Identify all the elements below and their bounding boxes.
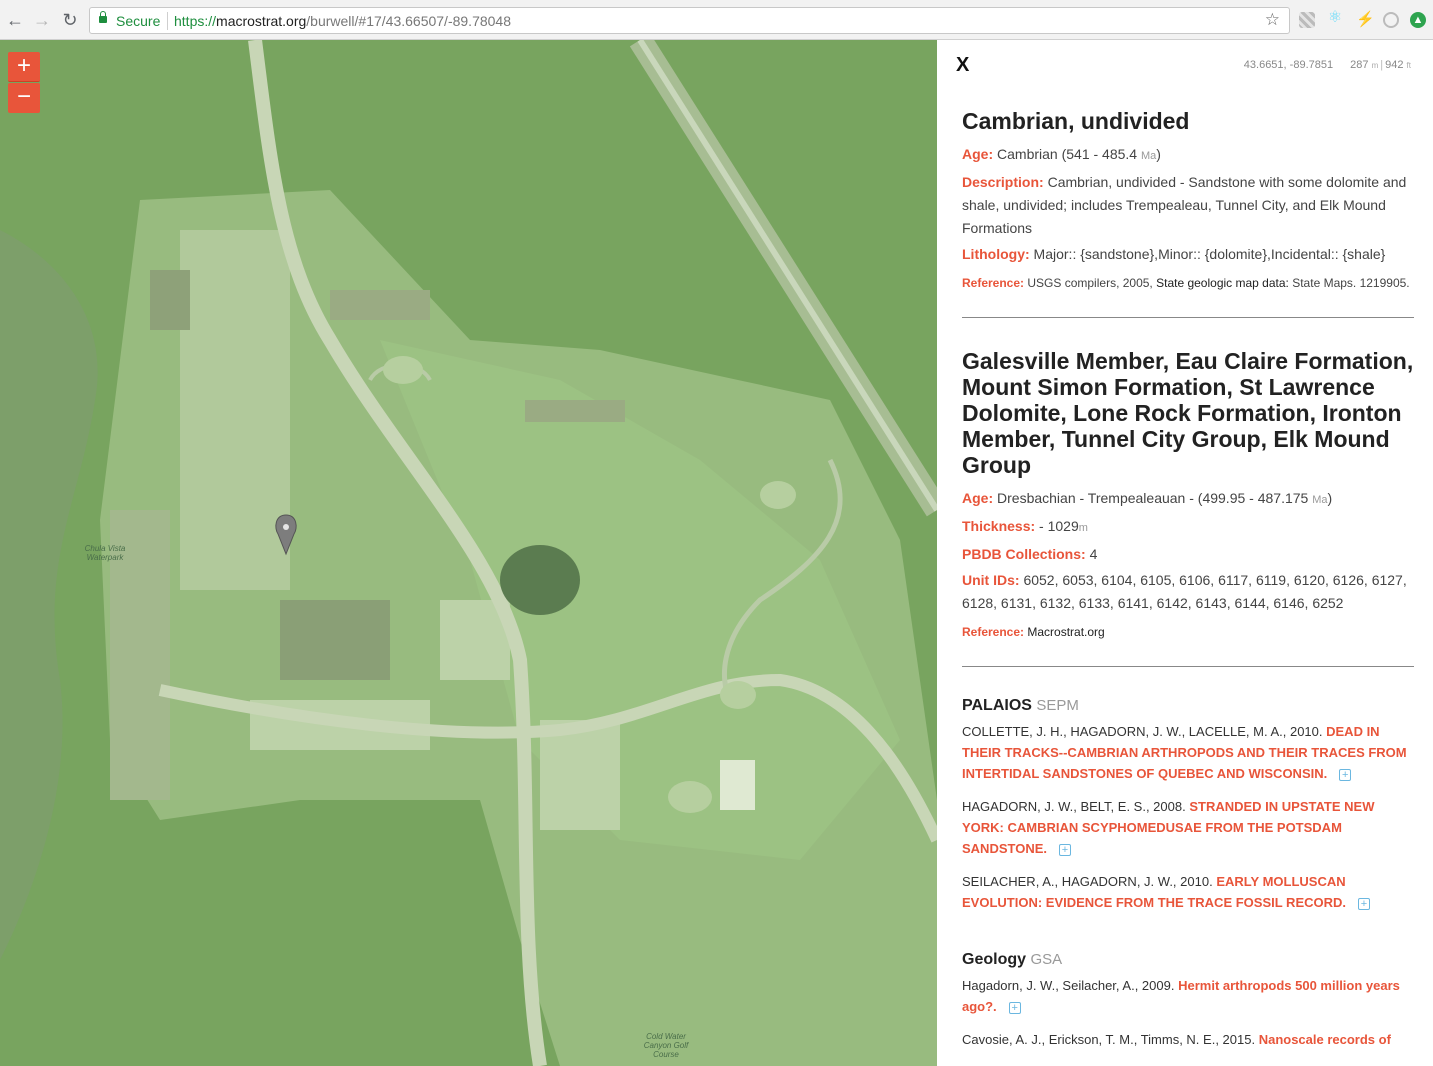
pbdb-label: PBDB Collections: (962, 546, 1086, 562)
expand-plus-icon[interactable]: + (1339, 768, 1352, 781)
expand-plus-icon[interactable]: + (1358, 897, 1371, 910)
age-row: Age: Cambrian (541 - 485.4 Ma) (962, 143, 1414, 168)
close-button[interactable]: X (956, 54, 969, 77)
thickness-row: Thickness: - 1029m (962, 515, 1414, 540)
section-divider (962, 666, 1414, 667)
panel-content: Cambrian, undivided Age: Cambrian (541 -… (962, 108, 1414, 1062)
thickness-unit: m (1078, 522, 1088, 534)
extension-bolt-icon[interactable]: ⚡ (1356, 10, 1375, 28)
age-unit: Ma (1140, 150, 1157, 162)
expand-plus-icon[interactable]: + (1008, 1001, 1021, 1014)
info-panel: X 43.6651, -89.7851 287 m | 942 ft Cambria… (937, 40, 1433, 1066)
extension-circle-icon[interactable] (1383, 12, 1399, 28)
forward-button[interactable]: → (32, 9, 52, 31)
secure-label: Secure (116, 13, 161, 29)
section-divider (962, 317, 1414, 318)
journal-heading: PALAIOS SEPM (962, 697, 1414, 715)
pbdb-value: 4 (1089, 546, 1098, 562)
waterpark-label: Chula Vista Waterpark (84, 544, 126, 562)
extension-qr-icon[interactable] (1299, 12, 1315, 28)
journal-publisher: GSA (1030, 951, 1063, 968)
reference-row: Reference: Macrostrat.org (962, 622, 1414, 642)
thickness-label: Thickness: (962, 518, 1036, 534)
journal-publisher: SEPM (1036, 697, 1079, 714)
age-label: Age: (962, 490, 994, 506)
expand-plus-icon[interactable]: + (1059, 843, 1071, 856)
citation: Cavosie, A. J., Erickson, T. M., Timms, … (962, 1029, 1414, 1050)
thickness-value: - 1029 (1039, 518, 1079, 534)
url-scheme: https:// (174, 13, 217, 29)
macrostrat-unit-name: Galesville Member, Eau Claire Formation,… (962, 348, 1414, 478)
age-label: Age: (962, 146, 994, 162)
citation-authors: HAGADORN, J. W., BELT, E. S., 2008. (962, 799, 1186, 814)
unit-ids-label: Unit IDs: (962, 572, 1020, 588)
age-unit: Ma (1312, 494, 1328, 506)
map-imagery (0, 40, 937, 1066)
url-divider (167, 12, 168, 30)
address-bar[interactable]: Secure https://macrostrat.org/burwell/#1… (89, 7, 1290, 34)
lithology-value: Major:: {sandstone},Minor:: {dolomite},I… (1033, 246, 1386, 262)
back-button[interactable]: ← (5, 9, 25, 31)
citation-authors: Hagadorn, J. W., Seilacher, A., 2009. (962, 978, 1175, 993)
reference-row: Reference: USGS compilers, 2005, State g… (962, 273, 1414, 293)
lock-icon (99, 11, 107, 23)
unit-ids-row: Unit IDs: 6052, 6053, 6104, 6105, 6106, … (962, 569, 1414, 615)
journal-name: Geology (962, 951, 1027, 968)
lithology-row: Lithology: Major:: {sandstone},Minor:: {… (962, 243, 1414, 266)
citation-authors: Cavosie, A. J., Erickson, T. M., Timms, … (962, 1032, 1256, 1047)
reference-label: Reference: (962, 625, 1025, 639)
description-row: Description: Cambrian, undivided - Sands… (962, 171, 1414, 240)
reference-label: Reference: (962, 276, 1025, 290)
extension-react-icon[interactable]: ⚛ (1327, 10, 1343, 26)
url-path: /burwell/#17/43.66507/-89.78048 (306, 13, 511, 29)
extension-green-icon[interactable]: ▲ (1410, 12, 1426, 28)
url-host: macrostrat.org (216, 13, 307, 29)
citation: COLLETTE, J. H., HAGADORN, J. W., LACELL… (962, 721, 1414, 784)
unit-name: Cambrian, undivided (962, 108, 1190, 134)
citation: SEILACHER, A., HAGADORN, J. W., 2010. EA… (962, 871, 1414, 913)
reference-source: State Maps. 1219905. (1292, 276, 1410, 290)
elevation-ft-unit: ft (1406, 61, 1411, 70)
citation-authors: SEILACHER, A., HAGADORN, J. W., 2010. (962, 874, 1213, 889)
url-text[interactable]: https://macrostrat.org/burwell/#17/43.66… (174, 13, 511, 29)
reference-authors: USGS compilers, 2005, (1027, 276, 1153, 290)
age-row: Age: Dresbachian - Trempealeauan - (499.… (962, 487, 1414, 512)
pbdb-row: PBDB Collections: 4 (962, 543, 1414, 566)
elevation-m: 287 (1350, 59, 1369, 71)
lithology-label: Lithology: (962, 246, 1030, 262)
elevation-m-unit: m (1371, 61, 1379, 70)
age-close: ) (1156, 146, 1161, 162)
satellite-map[interactable]: + − Cold Water Canyon Golf Course Chula … (0, 40, 937, 1066)
description-label: Description: (962, 174, 1044, 190)
longitude: -89.7851 (1289, 59, 1334, 71)
elevation-ft: 942 (1385, 59, 1404, 71)
journal-name: PALAIOS (962, 697, 1032, 714)
bookmark-star-icon[interactable]: ☆ (1265, 10, 1280, 30)
citation: HAGADORN, J. W., BELT, E. S., 2008. STRA… (962, 796, 1414, 859)
citation: Hagadorn, J. W., Seilacher, A., 2009. He… (962, 975, 1414, 1017)
browser-toolbar: ← → ↻ Secure https://macrostrat.org/burw… (0, 0, 1433, 40)
coordinates-readout: 43.6651, -89.7851 287 m | 942 ft (1243, 59, 1411, 71)
reload-button[interactable]: ↻ (60, 9, 80, 31)
age-value: Dresbachian - Trempealeauan - (499.95 - … (997, 490, 1309, 506)
golf-course-label: Cold Water Canyon Golf Course (643, 1032, 689, 1059)
zoom-out-button[interactable]: − (8, 83, 40, 113)
zoom-in-button[interactable]: + (8, 52, 40, 82)
age-value: Cambrian (541 - 485.4 (997, 146, 1138, 162)
reference-value: Macrostrat.org (1027, 625, 1105, 639)
unit-ids-value: 6052, 6053, 6104, 6105, 6106, 6117, 6119… (962, 572, 1407, 611)
age-close: ) (1327, 490, 1333, 506)
reference-title: State geologic map data: (1156, 276, 1289, 290)
citation-title[interactable]: Nanoscale records of (1259, 1032, 1391, 1047)
journal-heading: Geology GSA (962, 951, 1414, 969)
latitude: 43.6651 (1243, 59, 1284, 71)
citation-authors: COLLETTE, J. H., HAGADORN, J. W., LACELL… (962, 724, 1323, 739)
